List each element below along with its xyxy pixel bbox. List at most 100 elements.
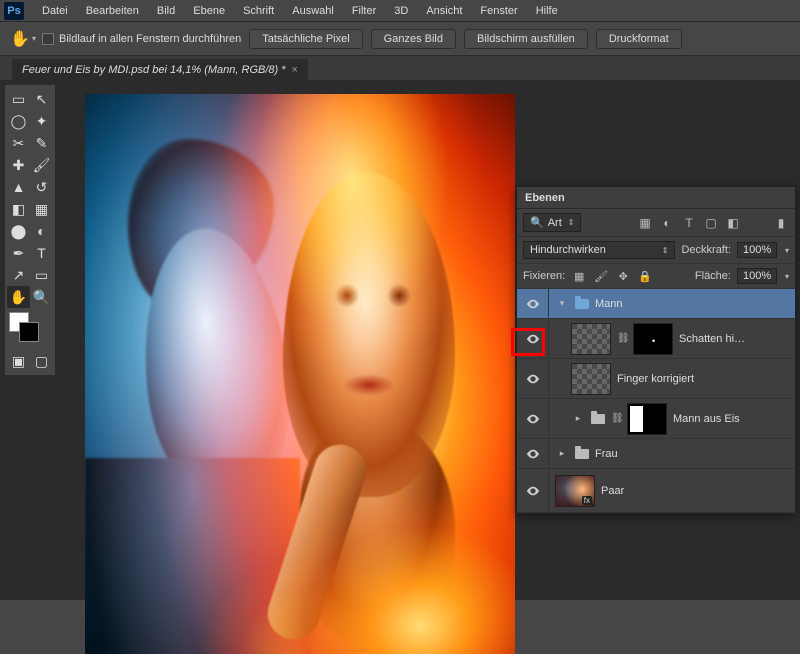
document-tab-bar: Feuer und Eis by MDI.psd bei 14,1% (Mann… xyxy=(0,56,800,80)
fill-label: Fläche: xyxy=(695,270,731,282)
filter-adjust-icon[interactable]: ◐ xyxy=(659,215,675,231)
move-tool-icon[interactable]: ▭ xyxy=(7,88,30,110)
scroll-all-windows-checkbox[interactable]: Bildlauf in allen Fenstern durchführen xyxy=(42,33,241,45)
layer-thumbnail[interactable] xyxy=(571,323,611,355)
filter-smart-icon[interactable]: ◧ xyxy=(725,215,741,231)
screenmode-icon[interactable]: ▢ xyxy=(30,350,53,372)
layers-panel-tab[interactable]: Ebenen xyxy=(517,187,795,209)
dodge-tool-icon[interactable]: ◐ xyxy=(30,220,53,242)
menu-3d[interactable]: 3D xyxy=(386,2,416,20)
blend-mode-dropdown[interactable]: Hindurchwirken⇕ xyxy=(523,241,675,259)
zoom-tool-icon[interactable]: 🔍 xyxy=(30,286,53,308)
scroll-all-label: Bildlauf in allen Fenstern durchführen xyxy=(59,33,241,45)
menu-type[interactable]: Schrift xyxy=(235,2,282,20)
document-tab[interactable]: Feuer und Eis by MDI.psd bei 14,1% (Mann… xyxy=(12,59,308,80)
layer-group-frau[interactable]: ▸ Frau xyxy=(517,439,795,469)
blur-tool-icon[interactable]: ⬤ xyxy=(7,220,30,242)
menu-window[interactable]: Fenster xyxy=(472,2,525,20)
close-tab-icon[interactable]: × xyxy=(292,64,298,76)
layer-name: Paar xyxy=(601,485,624,497)
path-tool-icon[interactable]: ↗ xyxy=(7,264,30,286)
menu-image[interactable]: Bild xyxy=(149,2,183,20)
visibility-toggle[interactable] xyxy=(517,319,549,358)
menu-bar: Ps Datei Bearbeiten Bild Ebene Schrift A… xyxy=(0,0,800,22)
layer-finger[interactable]: Finger korrigiert xyxy=(517,359,795,399)
menu-layer[interactable]: Ebene xyxy=(185,2,233,20)
layer-name: Finger korrigiert xyxy=(617,373,694,385)
menu-view[interactable]: Ansicht xyxy=(418,2,470,20)
layers-panel: Ebenen 🔍Art⇕ ▦ ◐ T ▢ ◧ ▮ Hindurchwirken⇕… xyxy=(516,186,796,514)
menu-file[interactable]: Datei xyxy=(34,2,76,20)
visibility-toggle[interactable] xyxy=(517,399,549,438)
disclosure-icon[interactable]: ▸ xyxy=(571,412,585,426)
mask-link-icon[interactable]: ⛓ xyxy=(617,333,627,344)
layer-name: Mann xyxy=(595,298,623,310)
type-tool-icon[interactable]: T xyxy=(30,242,53,264)
layers-filter-row: 🔍Art⇕ ▦ ◐ T ▢ ◧ ▮ xyxy=(517,209,795,237)
filter-toggle-icon[interactable]: ▮ xyxy=(773,215,789,231)
fill-screen-button[interactable]: Bildschirm ausfüllen xyxy=(464,29,588,49)
disclosure-icon[interactable]: ▸ xyxy=(555,447,569,461)
menu-select[interactable]: Auswahl xyxy=(284,2,342,20)
filter-shape-icon[interactable]: ▢ xyxy=(703,215,719,231)
shape-tool-icon[interactable]: ▭ xyxy=(30,264,53,286)
menu-help[interactable]: Hilfe xyxy=(528,2,566,20)
pen-tool-icon[interactable]: ✒ xyxy=(7,242,30,264)
quickmask-icon[interactable]: ▣ xyxy=(7,350,30,372)
eraser-tool-icon[interactable]: ◧ xyxy=(7,198,30,220)
layer-name: Schatten hi… xyxy=(679,333,745,345)
document-canvas[interactable] xyxy=(85,94,515,654)
layer-schatten[interactable]: ⛓ • Schatten hi… xyxy=(517,319,795,359)
filter-kind-dropdown[interactable]: 🔍Art⇕ xyxy=(523,213,581,232)
heal-tool-icon[interactable]: ✚ xyxy=(7,154,30,176)
blend-opacity-row: Hindurchwirken⇕ Deckkraft: 100% ▾ xyxy=(517,237,795,264)
fill-value[interactable]: 100% xyxy=(737,268,777,284)
layer-group-mann[interactable]: ▾ Mann xyxy=(517,289,795,319)
lasso-tool-icon[interactable]: ◯ xyxy=(7,110,30,132)
workspace: ▭↖ ◯✦ ✂✎ ✚🖌 ▲↺ ◧▦ ⬤◐ ✒T ↗▭ ✋🔍 ▣▢ Ebenen xyxy=(0,80,800,600)
hand-tool-icon[interactable]: ✋▾ xyxy=(12,28,34,50)
hand-tool-icon-tb[interactable]: ✋ xyxy=(7,286,30,308)
visibility-toggle[interactable] xyxy=(517,289,549,318)
layer-group-mann-eis[interactable]: ▸ ⛓ Mann aus Eis xyxy=(517,399,795,439)
fill-flyout-icon[interactable]: ▾ xyxy=(785,272,789,281)
brush-tool-icon[interactable]: 🖌 xyxy=(30,154,53,176)
mask-thumbnail[interactable]: • xyxy=(633,323,673,355)
gradient-tool-icon[interactable]: ▦ xyxy=(30,198,53,220)
actual-pixels-button[interactable]: Tatsächliche Pixel xyxy=(249,29,362,49)
visibility-toggle[interactable] xyxy=(517,359,549,398)
visibility-toggle[interactable] xyxy=(517,439,549,468)
lock-label: Fixieren: xyxy=(523,270,565,282)
visibility-toggle[interactable] xyxy=(517,469,549,512)
arrow-tool-icon[interactable]: ↖ xyxy=(30,88,53,110)
layer-thumbnail[interactable] xyxy=(555,475,595,507)
history-brush-icon[interactable]: ↺ xyxy=(30,176,53,198)
layer-thumbnail[interactable] xyxy=(571,363,611,395)
mask-link-icon[interactable]: ⛓ xyxy=(611,413,621,424)
options-bar: ✋▾ Bildlauf in allen Fenstern durchführe… xyxy=(0,22,800,56)
lock-pixels-icon[interactable]: 🖌 xyxy=(593,268,609,284)
layer-paar[interactable]: Paar xyxy=(517,469,795,513)
lock-transparent-icon[interactable]: ▦ xyxy=(571,268,587,284)
crop-tool-icon[interactable]: ✂ xyxy=(7,132,30,154)
fit-screen-button[interactable]: Ganzes Bild xyxy=(371,29,456,49)
disclosure-icon[interactable]: ▾ xyxy=(555,297,569,311)
filter-type-icon[interactable]: T xyxy=(681,215,697,231)
eyedropper-tool-icon[interactable]: ✎ xyxy=(30,132,53,154)
mask-thumbnail[interactable] xyxy=(627,403,667,435)
background-swatch[interactable] xyxy=(19,322,39,342)
lock-all-icon[interactable]: 🔒 xyxy=(637,268,653,284)
menu-edit[interactable]: Bearbeiten xyxy=(78,2,147,20)
lock-position-icon[interactable]: ✥ xyxy=(615,268,631,284)
layer-list: ▾ Mann ⛓ • Schatten hi… xyxy=(517,289,795,513)
color-swatches[interactable] xyxy=(7,312,53,346)
wand-tool-icon[interactable]: ✦ xyxy=(30,110,53,132)
print-size-button[interactable]: Druckformat xyxy=(596,29,682,49)
menu-filter[interactable]: Filter xyxy=(344,2,384,20)
tools-panel: ▭↖ ◯✦ ✂✎ ✚🖌 ▲↺ ◧▦ ⬤◐ ✒T ↗▭ ✋🔍 ▣▢ xyxy=(4,84,56,376)
stamp-tool-icon[interactable]: ▲ xyxy=(7,176,30,198)
folder-icon xyxy=(591,414,605,424)
opacity-value[interactable]: 100% xyxy=(737,242,777,258)
opacity-flyout-icon[interactable]: ▾ xyxy=(785,246,789,255)
filter-pixel-icon[interactable]: ▦ xyxy=(637,215,653,231)
